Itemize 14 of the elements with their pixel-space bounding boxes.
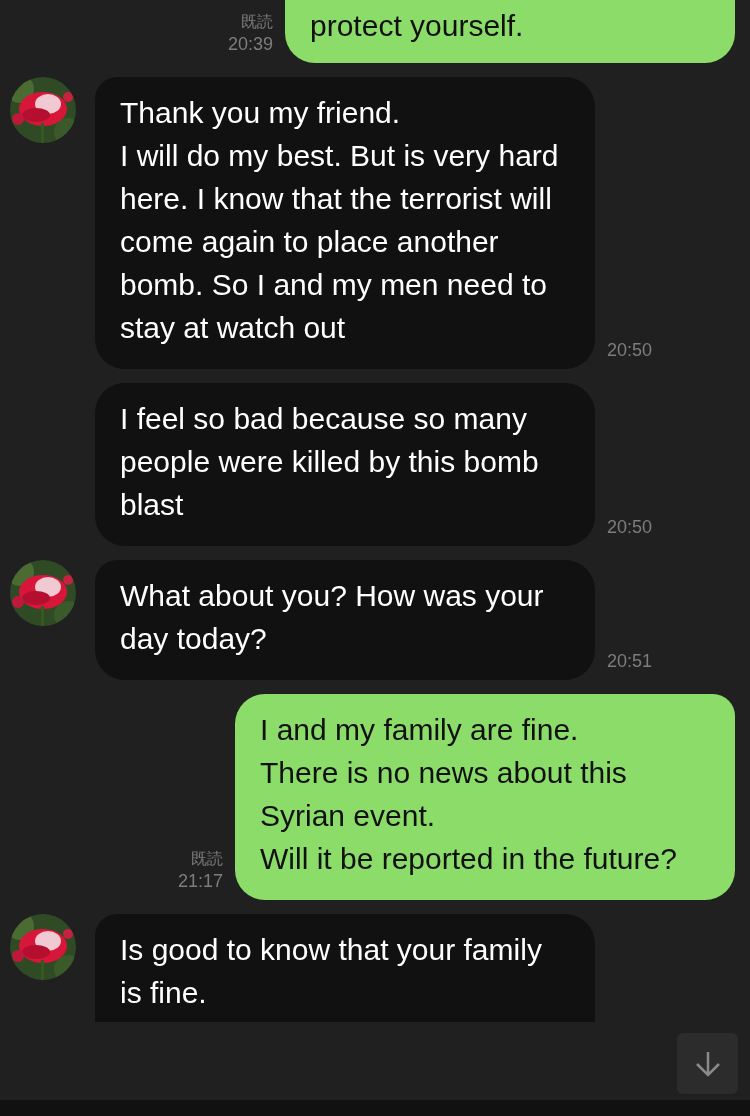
message-bubble: I feel so bad because so many people were killed by this bomb blast — [95, 383, 595, 546]
message-bubble: What about you? How was your day today? — [95, 560, 595, 680]
message-bubble: Is good to know that your family is fine. — [95, 914, 595, 1022]
scroll-down-button[interactable] — [677, 1033, 738, 1094]
timestamp: 20:51 — [607, 650, 653, 672]
message-bubble: Thank you my friend. I will do my best. But is very hard here. I know that the terrorist will come again to place another bomb. So I and my men need to stay at watch out — [95, 77, 595, 369]
timestamp: 20:50 — [607, 339, 653, 361]
message-bubble: I and my family are fine. There is no news about this Syrian event. Will it be reported in the future? — [235, 694, 735, 900]
timestamp: 20:50 — [607, 516, 653, 538]
timestamp: 20:39 — [227, 33, 273, 55]
timestamp: 21:17 — [177, 870, 223, 892]
read-receipt: 既読 — [191, 849, 223, 869]
read-receipt: 既読 — [241, 12, 273, 32]
message-bubble: protect yourself. — [285, 0, 735, 63]
